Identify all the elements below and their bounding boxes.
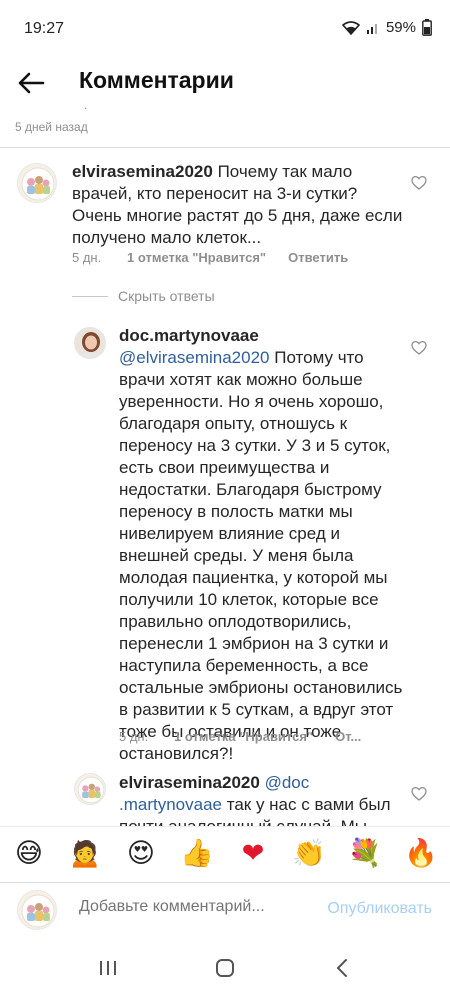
comment-composer: Опубликовать xyxy=(0,882,450,936)
home-icon xyxy=(216,959,234,977)
comment-username[interactable]: elvirasemina2020 xyxy=(72,162,213,181)
avatar xyxy=(17,890,57,930)
avatar-illustration-icon xyxy=(18,891,56,929)
comment-text: elvirasemina2020 Почему так мало врачей,… xyxy=(72,161,407,249)
reply-text: doc.martynovaae @elvirasemina2020 Потому… xyxy=(119,325,404,765)
divider xyxy=(72,295,108,297)
red-heart-emoji[interactable]: ❤ xyxy=(236,837,270,871)
system-nav-bar xyxy=(0,936,450,1000)
avatar[interactable] xyxy=(74,327,106,359)
status-time: 19:27 xyxy=(24,20,65,37)
avatar-illustration-icon xyxy=(18,164,56,202)
previous-comment-fragment: . xyxy=(84,98,88,112)
signal-icon xyxy=(366,21,380,35)
battery-percent: 59% xyxy=(385,19,416,36)
battery-icon xyxy=(422,19,432,36)
emoji-bar: 😅 🙍 😍 👍 ❤ 👏 💐 🔥 xyxy=(0,826,450,882)
reply-meta: 5 дн. 1 отметка "Нравится" От... xyxy=(119,729,361,744)
wifi-icon xyxy=(341,20,360,35)
likes-count[interactable]: 1 отметка "Нравится" xyxy=(174,729,313,744)
comment-time: 5 дн. xyxy=(72,250,102,265)
status-icons: 59% xyxy=(341,19,432,36)
recent-apps-icon xyxy=(100,961,116,975)
likes-count[interactable]: 1 отметка "Нравится" xyxy=(127,250,266,265)
status-bar: 19:27 59% xyxy=(0,0,450,60)
mention-link[interactable]: .martynovaae xyxy=(119,795,222,814)
clapping-hands-emoji[interactable]: 👏 xyxy=(292,837,326,871)
bouquet-emoji[interactable]: 💐 xyxy=(348,837,382,871)
arrow-left-icon xyxy=(18,72,45,94)
chevron-left-icon xyxy=(337,959,347,977)
mention-link[interactable]: @doc xyxy=(265,773,310,792)
header: Комментарии xyxy=(0,60,450,104)
reply-username[interactable]: elvirasemina2020 xyxy=(119,773,260,792)
avatar[interactable] xyxy=(17,163,57,203)
comment-input[interactable] xyxy=(79,898,309,916)
thumbs-up-emoji[interactable]: 👍 xyxy=(180,837,214,871)
like-heart-icon[interactable] xyxy=(411,786,427,802)
avatar[interactable] xyxy=(74,773,106,805)
person-emoji[interactable]: 🙍 xyxy=(68,837,102,871)
grinning-sweat-emoji[interactable]: 😅 xyxy=(12,837,46,871)
reply-time: 5 дн. xyxy=(119,729,149,744)
back-nav-button[interactable] xyxy=(324,950,360,986)
divider xyxy=(0,147,450,148)
comment-meta: 5 дн. 1 отметка "Нравится" Ответить xyxy=(72,250,348,265)
back-button[interactable] xyxy=(14,66,48,100)
page-title: Комментарии xyxy=(79,67,234,93)
reply-button[interactable]: От... xyxy=(335,729,361,744)
heart-eyes-emoji[interactable]: 😍 xyxy=(124,837,158,871)
like-heart-icon[interactable] xyxy=(411,175,427,191)
reply-body: Потому что врачи хотят как можно больше … xyxy=(119,348,403,763)
publish-button[interactable]: Опубликовать xyxy=(327,900,432,918)
reply-text: elvirasemina2020 @doc .martynovaae так у… xyxy=(119,772,404,826)
avatar-photo-icon xyxy=(75,328,105,358)
reply-username[interactable]: doc.martynovaae xyxy=(119,325,404,347)
mention-link[interactable]: @elvirasemina2020 xyxy=(119,348,270,367)
hide-replies-label: Скрыть ответы xyxy=(118,288,215,304)
reply-button[interactable]: Ответить xyxy=(288,250,348,265)
home-button[interactable] xyxy=(207,950,243,986)
like-heart-icon[interactable] xyxy=(411,340,427,356)
fire-emoji[interactable]: 🔥 xyxy=(404,837,438,871)
recent-apps-button[interactable] xyxy=(90,950,126,986)
hide-replies-toggle[interactable]: Скрыть ответы xyxy=(72,288,215,304)
avatar-illustration-icon xyxy=(75,774,105,804)
previous-comment-time: 5 дней назад xyxy=(15,120,88,134)
